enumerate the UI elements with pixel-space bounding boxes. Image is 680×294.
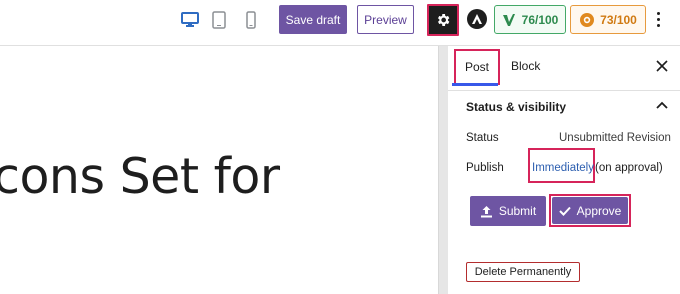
editor-screen: Save draft Preview 76/100 73/100 cons Se…	[0, 0, 680, 294]
settings-button[interactable]	[427, 4, 459, 36]
chevron-up-icon[interactable]	[654, 98, 670, 114]
save-draft-button[interactable]: Save draft	[279, 5, 347, 34]
post-heading[interactable]: cons Set for	[0, 148, 280, 205]
readability-score-value: 73/100	[600, 12, 637, 27]
approve-button[interactable]: Approve	[552, 197, 628, 224]
astra-settings-button[interactable]	[467, 9, 487, 29]
readability-badge-icon	[580, 12, 595, 27]
gear-icon	[438, 14, 450, 26]
seo-score-button[interactable]: 76/100	[494, 5, 566, 34]
publish-date-link[interactable]: Immediately	[532, 162, 594, 174]
approve-label: Approve	[576, 203, 622, 218]
top-toolbar: Save draft Preview 76/100 73/100	[0, 0, 680, 46]
canvas-scrollbar[interactable]	[438, 46, 448, 294]
editor-canvas[interactable]: cons Set for	[0, 46, 438, 294]
checkmark-icon	[558, 206, 571, 216]
submit-label: Submit	[498, 204, 537, 218]
publish-label: Publish	[466, 162, 504, 174]
tab-block[interactable]: Block	[511, 59, 540, 73]
settings-sidebar: Post Block Status & visibility Status Un…	[448, 46, 680, 294]
readability-score-button[interactable]: 73/100	[570, 5, 646, 34]
status-value: Unsubmitted Revision	[559, 132, 671, 144]
approve-button-highlight: Approve	[549, 194, 631, 227]
upload-icon	[480, 205, 492, 217]
preview-button[interactable]: Preview	[357, 5, 414, 34]
tab-post[interactable]: Post	[454, 49, 500, 85]
sidebar-tabs: Post Block	[448, 46, 680, 91]
more-options-icon[interactable]	[651, 8, 665, 30]
seo-score-value: 76/100	[521, 12, 559, 27]
publish-suffix: (on approval)	[595, 162, 663, 174]
mobile-preview-icon[interactable]	[245, 10, 257, 30]
submit-button[interactable]: Submit	[470, 196, 546, 226]
astra-logo-icon	[472, 14, 482, 24]
active-tab-indicator	[452, 83, 498, 86]
delete-permanently-button[interactable]: Delete Permanently	[466, 262, 580, 282]
seo-check-icon	[502, 13, 515, 26]
tablet-preview-icon[interactable]	[211, 10, 227, 30]
close-icon[interactable]	[654, 58, 670, 74]
desktop-preview-icon[interactable]	[180, 11, 200, 29]
status-visibility-title[interactable]: Status & visibility	[466, 100, 566, 114]
status-label: Status	[466, 132, 499, 144]
